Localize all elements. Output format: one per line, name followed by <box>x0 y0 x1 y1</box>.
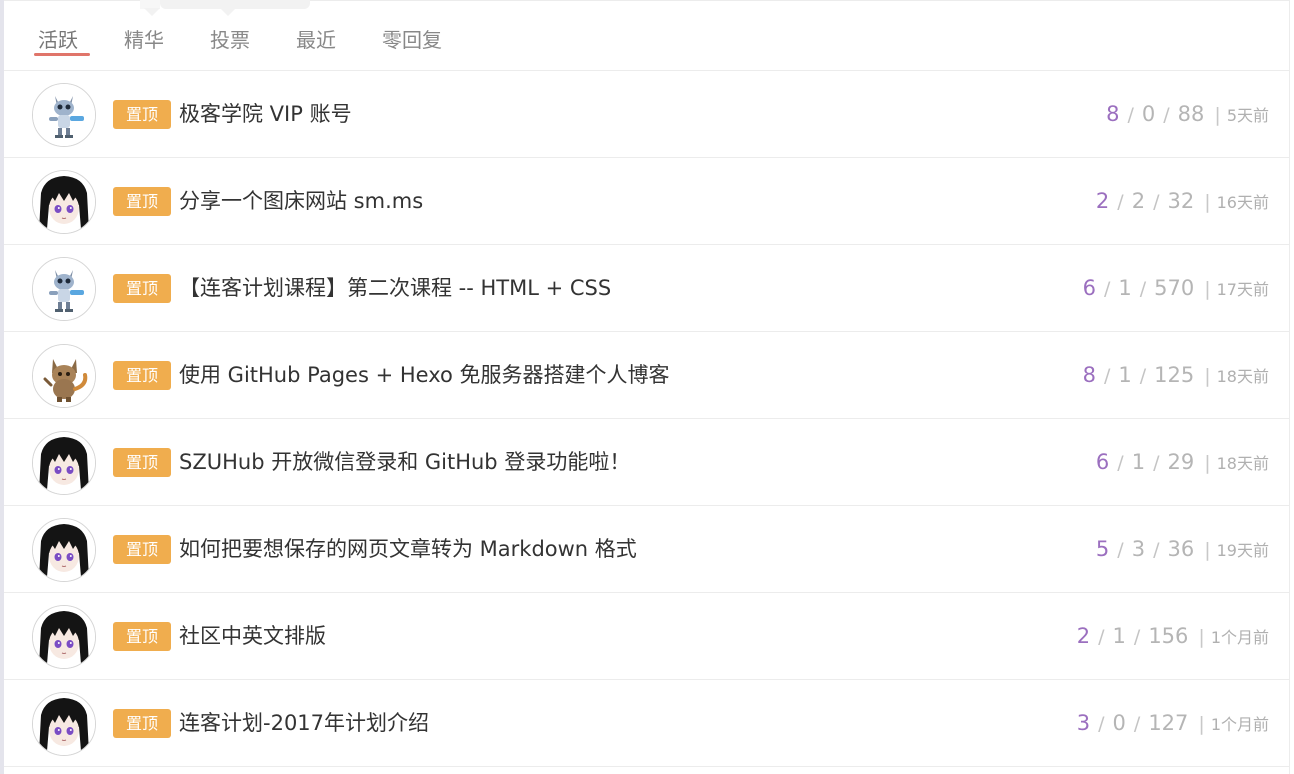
active-tab-underline <box>34 53 90 56</box>
topic-row[interactable]: 置顶 如何把要想保存的网页文章转为 Markdown 格式 5/3/36 | 19天… <box>4 506 1289 593</box>
reply-count: 2 <box>1131 189 1146 213</box>
view-count: 570 <box>1154 276 1195 300</box>
topic-title[interactable]: 使用 GitHub Pages + Hexo 免服务器搭建个人博客 <box>179 361 670 390</box>
last-activity-time: 5天前 <box>1226 106 1269 125</box>
view-count: 88 <box>1177 102 1205 126</box>
reply-count: 1 <box>1118 363 1132 387</box>
topic-title[interactable]: 如何把要想保存的网页文章转为 Markdown 格式 <box>179 535 637 564</box>
topic-panel: 活跃 精华 投票 最近 零回复 置顶 极客学院 VIP 账号 8 / 0 / 8… <box>4 0 1290 774</box>
tab-featured[interactable]: 精华 <box>124 27 164 53</box>
topic-row[interactable]: 置顶 连客计划-2017年计划介绍 3/0/127 | 1个月前 <box>4 680 1289 767</box>
topic-row[interactable]: 置顶 极客学院 VIP 账号 8/0/88 | 5天前 <box>4 71 1289 158</box>
like-count: 5 <box>1095 537 1110 561</box>
anime-avatar[interactable] <box>32 431 96 495</box>
last-activity-time: 19天前 <box>1216 541 1269 560</box>
topic-row[interactable]: 置顶 分享一个图床网站 sm.ms 2/2/32 | 16天前 <box>4 158 1289 245</box>
topic-title[interactable]: 连客计划-2017年计划介绍 <box>179 709 429 738</box>
like-count: 8 <box>1106 102 1120 126</box>
topic-stats: 3/0/127 | 1个月前 <box>1076 711 1269 735</box>
reply-count: 1 <box>1131 450 1146 474</box>
topic-title[interactable]: 极客学院 VIP 账号 <box>179 100 352 129</box>
last-activity-time: 16天前 <box>1216 193 1269 212</box>
topic-stats: 2/2/32 | 16天前 <box>1095 189 1269 213</box>
topic-filter-tabs: 活跃 精华 投票 最近 零回复 <box>4 1 1289 71</box>
anime-avatar[interactable] <box>32 170 96 234</box>
topic-stats: 8/1/125 | 18天前 <box>1082 363 1269 387</box>
like-count: 8 <box>1082 363 1096 387</box>
pinned-badge: 置顶 <box>113 709 171 738</box>
like-count: 2 <box>1076 624 1091 648</box>
view-count: 127 <box>1148 711 1189 735</box>
pinned-badge: 置顶 <box>113 361 171 390</box>
anime-avatar[interactable] <box>32 692 96 756</box>
pinned-badge: 置顶 <box>113 187 171 216</box>
robot-avatar[interactable] <box>32 257 96 321</box>
view-count: 156 <box>1148 624 1189 648</box>
topic-stats: 5/3/36 | 19天前 <box>1095 537 1269 561</box>
pinned-badge: 置顶 <box>113 274 171 303</box>
anime-avatar[interactable] <box>32 605 96 669</box>
anime-avatar[interactable] <box>32 518 96 582</box>
topic-stats: 6/1/570 | 17天前 <box>1082 276 1269 300</box>
like-count: 6 <box>1082 276 1096 300</box>
pinned-badge: 置顶 <box>113 622 171 651</box>
pinned-badge: 置顶 <box>113 100 171 129</box>
like-count: 2 <box>1095 189 1110 213</box>
reply-count: 1 <box>1112 624 1126 648</box>
cat-avatar[interactable] <box>32 344 96 408</box>
topic-row[interactable]: 置顶 SZUHub 开放微信登录和 GitHub 登录功能啦！ 6/1/29 | 1… <box>4 419 1289 506</box>
pinned-badge: 置顶 <box>113 448 171 477</box>
reply-count: 1 <box>1118 276 1132 300</box>
last-activity-time: 1个月前 <box>1210 715 1269 734</box>
topic-list: 置顶 极客学院 VIP 账号 8/0/88 | 5天前 置顶 分享一个图床网站 … <box>4 71 1289 767</box>
topic-stats: 6/1/29 | 18天前 <box>1095 450 1269 474</box>
topic-row[interactable]: 置顶 【连客计划课程】第二次课程 -- HTML + CSS 6/1/570 | 1… <box>4 245 1289 332</box>
tab-active[interactable]: 活跃 <box>38 27 78 53</box>
view-count: 36 <box>1167 537 1195 561</box>
topic-title[interactable]: 社区中英文排版 <box>179 622 326 651</box>
robot-avatar[interactable] <box>32 83 96 147</box>
tab-recent[interactable]: 最近 <box>296 27 336 53</box>
view-count: 29 <box>1167 450 1195 474</box>
topic-row[interactable]: 置顶 使用 GitHub Pages + Hexo 免服务器搭建个人博客 8/1… <box>4 332 1289 419</box>
topic-title[interactable]: SZUHub 开放微信登录和 GitHub 登录功能啦！ <box>179 448 630 477</box>
like-count: 3 <box>1076 711 1091 735</box>
last-activity-time: 1个月前 <box>1210 628 1269 647</box>
like-count: 6 <box>1095 450 1110 474</box>
tab-vote[interactable]: 投票 <box>210 27 250 53</box>
last-activity-time: 18天前 <box>1216 367 1269 386</box>
view-count: 32 <box>1167 189 1195 213</box>
reply-count: 0 <box>1112 711 1126 735</box>
topic-title[interactable]: 分享一个图床网站 sm.ms <box>179 187 423 216</box>
topic-stats: 2/1/156 | 1个月前 <box>1076 624 1269 648</box>
view-count: 125 <box>1154 363 1195 387</box>
tab-no-reply[interactable]: 零回复 <box>382 27 442 53</box>
page: 活跃 精华 投票 最近 零回复 置顶 极客学院 VIP 账号 8 / 0 / 8… <box>0 0 1294 774</box>
topic-title[interactable]: 【连客计划课程】第二次课程 -- HTML + CSS <box>179 274 611 303</box>
last-activity-time: 17天前 <box>1216 280 1269 299</box>
last-activity-time: 18天前 <box>1216 454 1269 473</box>
topic-row[interactable]: 置顶 社区中英文排版 2/1/156 | 1个月前 <box>4 593 1289 680</box>
topic-stats: 8/0/88 | 5天前 <box>1106 102 1269 126</box>
reply-count: 0 <box>1141 102 1156 126</box>
reply-count: 3 <box>1131 537 1146 561</box>
pinned-badge: 置顶 <box>113 535 171 564</box>
